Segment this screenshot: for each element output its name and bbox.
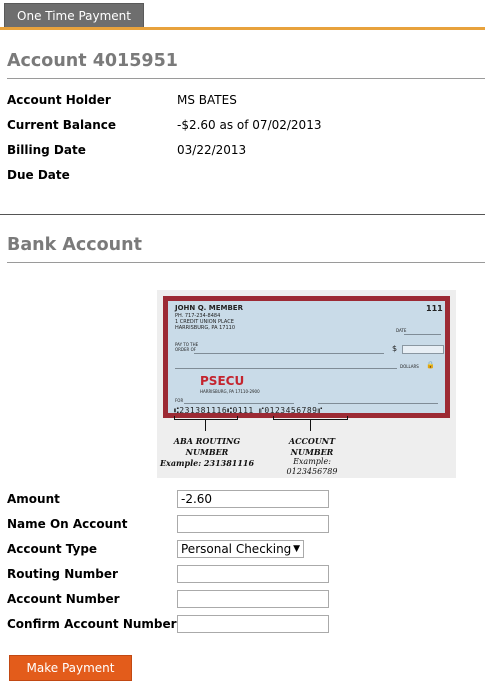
check-diagram: JOHN Q. MEMBER PH. 717-234-8484 1 CREDIT… <box>157 290 456 478</box>
name-on-account-label: Name On Account <box>7 517 128 531</box>
bank-account-divider <box>7 262 485 263</box>
account-divider <box>7 78 485 79</box>
check-dollar-sign: $ <box>392 344 398 353</box>
account-example-1: Example: <box>293 457 331 466</box>
check-number: 111 <box>426 304 443 313</box>
account-type-selected: Personal Checking <box>181 542 292 556</box>
bank-account-title: Bank Account <box>7 235 142 255</box>
check-bank-logo: PSECU <box>200 374 245 388</box>
check-address-2: HARRISBURG, PA 17110 <box>175 325 236 331</box>
check-memo-line <box>184 403 294 404</box>
current-balance-value: -$2.60 as of 07/02/2013 <box>177 118 322 132</box>
check-bank-address: HARRISBURG, PA 17110-2900 <box>200 389 260 394</box>
account-type-select[interactable]: Personal Checking ▼ <box>177 540 304 558</box>
account-number-label: Account Number <box>7 592 120 606</box>
billing-date-value: 03/22/2013 <box>177 143 247 157</box>
amount-label: Amount <box>7 492 60 506</box>
routing-number-input[interactable] <box>177 565 329 583</box>
billing-date-label: Billing Date <box>7 143 86 157</box>
sample-check: JOHN Q. MEMBER PH. 717-234-8484 1 CREDIT… <box>163 296 450 418</box>
due-date-label: Due Date <box>7 168 70 182</box>
routing-bracket <box>174 416 238 420</box>
check-signature-line <box>318 403 438 404</box>
account-holder-label: Account Holder <box>7 93 111 107</box>
amount-input[interactable] <box>177 490 329 508</box>
make-payment-button[interactable]: Make Payment <box>9 655 132 681</box>
check-pay-label-2: ORDER OF <box>175 347 197 352</box>
check-amount-box <box>402 345 444 354</box>
account-pointer <box>310 420 311 431</box>
tab-accent-line <box>0 27 485 30</box>
current-balance-label: Current Balance <box>7 118 117 132</box>
account-holder-value: MS BATES <box>177 93 237 107</box>
check-payee-line <box>194 353 384 354</box>
lock-icon: 🔒 <box>426 361 435 369</box>
name-on-account-input[interactable] <box>177 515 329 533</box>
account-type-label: Account Type <box>7 542 98 556</box>
chevron-down-icon: ▼ <box>293 544 300 554</box>
check-date-label: DATE <box>396 328 407 333</box>
account-example-2: 0123456789 <box>286 467 338 476</box>
routing-pointer <box>205 420 206 431</box>
tab-one-time-payment[interactable]: One Time Payment <box>4 3 144 28</box>
check-memo-label: FOR <box>175 398 184 403</box>
check-micr-line: ⑆231381116⑆0111 ⑈0123456789⑈ <box>174 406 323 415</box>
routing-example: Example: 231381116 <box>159 458 255 468</box>
routing-caption-2: NUMBER <box>185 447 229 457</box>
routing-number-label: Routing Number <box>7 567 118 581</box>
section-divider <box>0 214 485 215</box>
routing-caption-1: ABA ROUTING <box>173 436 241 446</box>
check-date-line <box>404 334 441 335</box>
confirm-account-number-input[interactable] <box>177 615 329 633</box>
tab-bar: One Time Payment <box>0 0 485 30</box>
confirm-account-number-label: Confirm Account Number <box>7 617 177 631</box>
check-holder-name: JOHN Q. MEMBER <box>175 304 243 312</box>
account-caption-1: ACCOUNT <box>288 436 336 446</box>
check-dollars-label: DOLLARS <box>400 364 419 369</box>
account-title: Account 4015951 <box>7 51 178 71</box>
account-number-input[interactable] <box>177 590 329 608</box>
check-amount-line <box>175 368 397 369</box>
